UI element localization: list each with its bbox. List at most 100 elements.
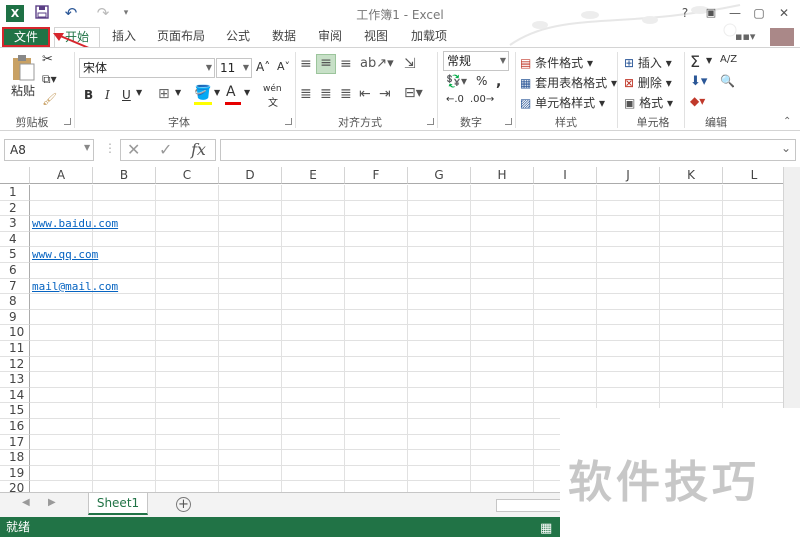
increase-decimal-icon[interactable]: ←.0 <box>446 94 464 105</box>
percent-button[interactable]: % <box>476 74 487 88</box>
fill-dropdown-icon[interactable]: ▼ <box>214 88 220 97</box>
find-select-button[interactable]: 🔍 <box>720 74 735 88</box>
align-bottom-icon[interactable]: ≡ <box>340 56 352 72</box>
wrap-text-icon[interactable]: ⇲ <box>404 56 416 72</box>
row-header-9[interactable]: 9 <box>0 309 30 326</box>
cancel-icon[interactable]: ✕ <box>127 140 140 160</box>
column-header-E[interactable]: E <box>282 167 345 184</box>
tab-data[interactable]: 数据 <box>266 27 302 47</box>
column-header-J[interactable]: J <box>597 167 660 184</box>
font-launcher-icon[interactable] <box>285 118 292 125</box>
column-header-L[interactable]: L <box>723 167 783 184</box>
underline-dropdown-icon[interactable]: ▼ <box>136 88 142 97</box>
normal-view-icon[interactable]: ▦ <box>540 519 552 537</box>
column-header-G[interactable]: G <box>408 167 471 184</box>
format-painter-icon[interactable]: 🖌 <box>42 92 57 106</box>
row-header-12[interactable]: 12 <box>0 356 30 373</box>
cut-icon[interactable]: ✂ <box>42 52 53 67</box>
ribbon-display-options-button[interactable]: ▣ <box>700 4 722 22</box>
hyperlink-cell-A3[interactable]: www.baidu.com <box>32 216 118 231</box>
column-header-C[interactable]: C <box>156 167 219 184</box>
format-cells-button[interactable]: ▣ 格式 ▾ <box>624 94 673 111</box>
font-color-dropdown-icon[interactable]: ▼ <box>244 88 250 97</box>
row-header-19[interactable]: 19 <box>0 465 30 482</box>
column-header-I[interactable]: I <box>534 167 597 184</box>
row-header-5[interactable]: 5 <box>0 247 30 263</box>
shrink-font-button[interactable]: A˅ <box>277 60 290 73</box>
phonetic-button[interactable]: wén <box>263 84 282 94</box>
merge-center-icon[interactable]: ⊟▾ <box>404 85 423 101</box>
clear-icon[interactable]: ◆▾ <box>690 94 705 108</box>
conditional-formatting-button[interactable]: ▤ 条件格式 ▾ <box>520 54 593 71</box>
underline-button[interactable]: U <box>122 88 131 102</box>
row-header-17[interactable]: 17 <box>0 434 30 451</box>
align-middle-icon[interactable]: ≡ <box>316 54 336 74</box>
row-header-7[interactable]: 7 <box>0 278 30 295</box>
row-header-14[interactable]: 14 <box>0 387 30 404</box>
grow-font-button[interactable]: A˄ <box>256 60 270 74</box>
number-launcher-icon[interactable] <box>505 118 512 125</box>
row-header-18[interactable]: 18 <box>0 450 30 466</box>
column-header-H[interactable]: H <box>471 167 534 184</box>
undo-icon[interactable]: ↶ <box>58 5 84 21</box>
expand-formula-icon[interactable]: ⌄ <box>781 141 791 155</box>
customize-qat-icon[interactable]: ▾ <box>120 5 132 21</box>
tab-review[interactable]: 审阅 <box>312 27 348 47</box>
font-size-select[interactable]: 11 ▼ <box>216 58 252 78</box>
row-header-16[interactable]: 16 <box>0 419 30 435</box>
sort-filter-button[interactable]: A/Z <box>720 54 737 65</box>
excel-app-icon[interactable]: X <box>6 5 24 22</box>
restore-button[interactable]: ▢ <box>748 4 770 22</box>
row-header-8[interactable]: 8 <box>0 294 30 310</box>
name-box[interactable]: A8 <box>4 139 94 161</box>
row-header-1[interactable]: 1 <box>0 185 30 201</box>
add-sheet-button[interactable]: + <box>176 497 191 512</box>
fill-color-icon[interactable]: 🪣 <box>194 85 211 101</box>
row-header-11[interactable]: 11 <box>0 341 30 357</box>
minimize-button[interactable]: — <box>724 4 746 22</box>
row-header-15[interactable]: 15 <box>0 403 30 419</box>
fill-down-icon[interactable]: ⬇▾ <box>690 74 707 89</box>
format-as-table-button[interactable]: ▦ 套用表格格式 ▾ <box>520 74 617 91</box>
prev-sheet-icon[interactable]: ◀ <box>22 497 30 508</box>
decrease-decimal-icon[interactable]: .00→ <box>470 94 494 105</box>
row-header-10[interactable]: 10 <box>0 325 30 341</box>
tab-page-layout[interactable]: 页面布局 <box>152 27 210 47</box>
select-all-corner[interactable] <box>0 167 30 184</box>
next-sheet-icon[interactable]: ▶ <box>48 497 56 508</box>
tab-formulas[interactable]: 公式 <box>220 27 256 47</box>
orientation-icon[interactable]: ab↗▾ <box>360 56 394 71</box>
sheet-tab-sheet1[interactable]: Sheet1 <box>88 493 148 515</box>
font-name-select[interactable]: 宋体 ▼ <box>79 58 215 78</box>
save-icon[interactable] <box>33 5 51 21</box>
name-box-dropdown-icon[interactable]: ▼ <box>84 143 90 152</box>
enter-icon[interactable]: ✓ <box>159 140 172 160</box>
bold-button[interactable]: B <box>84 88 93 102</box>
column-header-A[interactable]: A <box>30 167 93 184</box>
autosum-button[interactable]: Σ <box>690 52 700 71</box>
column-header-D[interactable]: D <box>219 167 282 184</box>
row-header-2[interactable]: 2 <box>0 200 30 217</box>
align-center-icon[interactable]: ≣ <box>320 86 332 102</box>
align-left-icon[interactable]: ≣ <box>300 86 312 102</box>
align-top-icon[interactable]: ≡ <box>300 56 312 72</box>
align-right-icon[interactable]: ≣ <box>340 86 352 102</box>
column-header-B[interactable]: B <box>93 167 156 184</box>
row-header-13[interactable]: 13 <box>0 372 30 388</box>
insert-cells-button[interactable]: ⊞ 插入 ▾ <box>624 54 672 71</box>
avatar[interactable] <box>770 28 794 46</box>
increase-indent-icon[interactable]: ⇥ <box>379 86 391 102</box>
redo-icon[interactable]: ↷ <box>90 5 116 21</box>
alignment-launcher-icon[interactable] <box>427 118 434 125</box>
close-button[interactable]: ✕ <box>773 4 795 22</box>
column-header-F[interactable]: F <box>345 167 408 184</box>
paste-button[interactable]: 粘贴 <box>11 82 35 99</box>
insert-function-icon[interactable]: fx <box>191 140 206 160</box>
column-header-K[interactable]: K <box>660 167 723 184</box>
tab-file[interactable]: 文件 <box>2 27 50 47</box>
borders-icon[interactable]: ⊞ <box>158 86 170 102</box>
copy-icon[interactable]: ⧉▾ <box>42 72 57 87</box>
formula-input[interactable] <box>220 139 796 161</box>
clipboard-launcher-icon[interactable] <box>64 118 71 125</box>
italic-button[interactable]: I <box>105 88 110 102</box>
